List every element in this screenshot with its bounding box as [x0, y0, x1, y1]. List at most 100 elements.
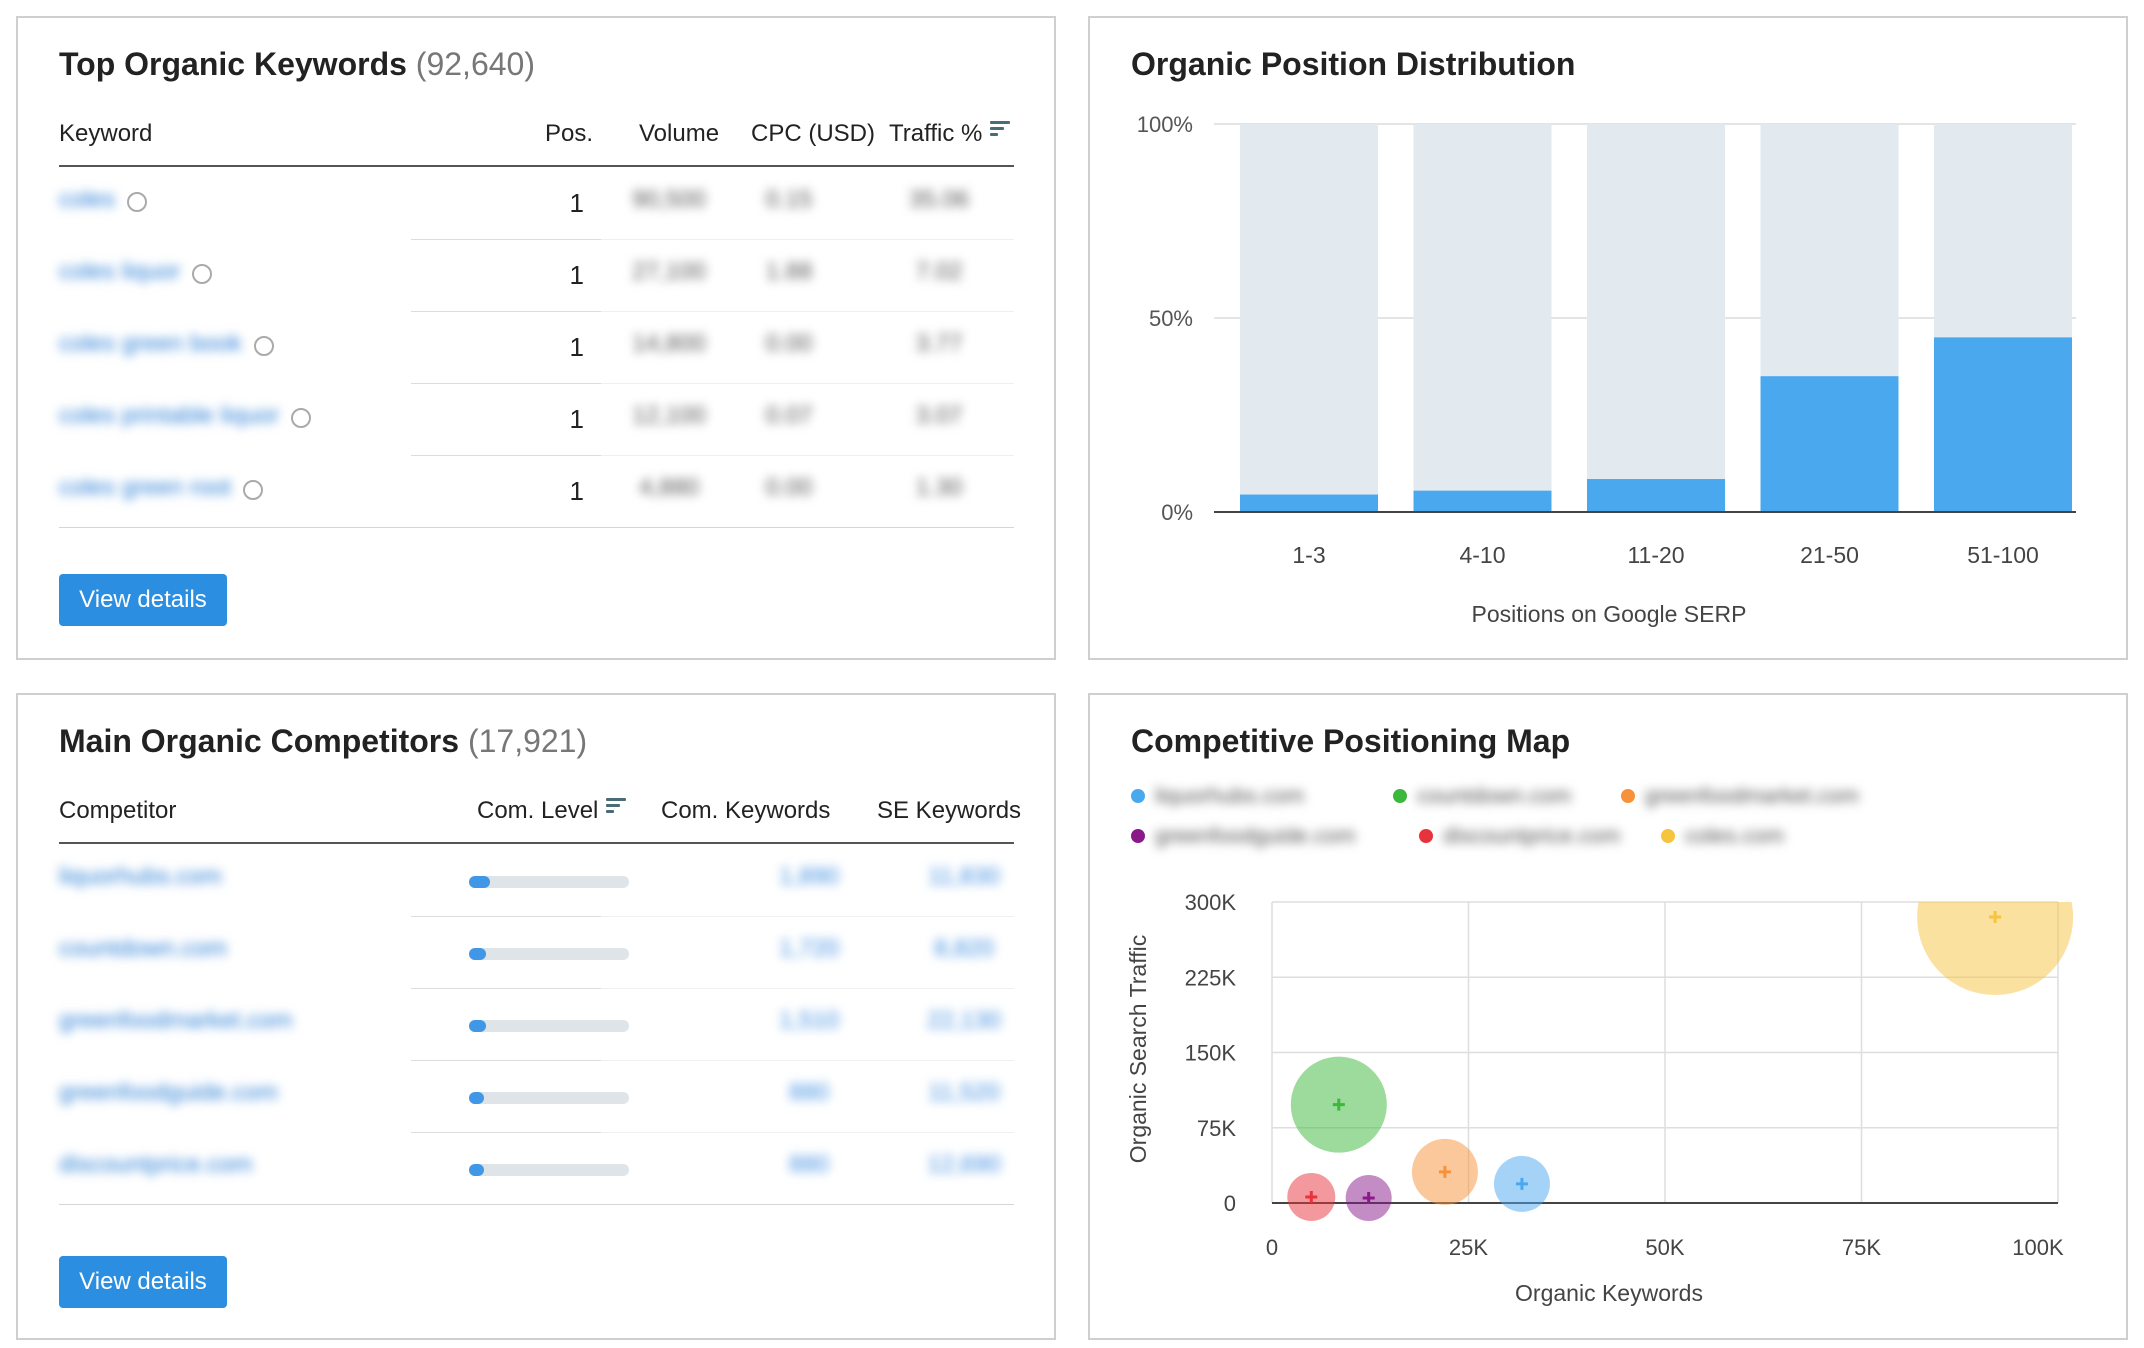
x-tick-label: 75K [1842, 1235, 1881, 1260]
competition-level-bar [469, 876, 629, 888]
keyword-link[interactable]: coles green root [59, 474, 231, 502]
com-keywords-link[interactable]: 1,890 [759, 863, 859, 891]
keyword-count: (92,640) [415, 46, 535, 82]
com-keywords-link[interactable]: 1,510 [759, 1007, 859, 1035]
bar[interactable] [1587, 479, 1725, 512]
col-keyword[interactable]: Keyword [59, 120, 152, 148]
se-keywords-link[interactable]: 8,820 [919, 935, 1009, 963]
position-distribution-chart: 0% 50% 100% 1-3 4-10 11-20 21-50 51-100 Position… [1137, 112, 2076, 627]
bar[interactable] [1413, 490, 1552, 512]
y-tick-label: 300K [1185, 890, 1237, 915]
y-tick-label: 225K [1185, 965, 1237, 990]
header-divider [59, 842, 1014, 844]
keyword-link[interactable]: coles green book [59, 330, 242, 358]
x-tick-label: 100K [2012, 1235, 2064, 1260]
col-traffic-label: Traffic % [889, 120, 983, 147]
com-keywords-link[interactable]: 1,720 [759, 935, 859, 963]
table-row[interactable]: coles green root 1 4,880 0.00 1.30 [59, 456, 1014, 528]
competitors-table-header: Competitor Com. Level Com. Keywords SE K… [59, 797, 1021, 847]
competitive-positioning-map-panel: Competitive Positioning Map liquorhubs.c… [1088, 693, 2128, 1340]
sort-icon [990, 120, 1011, 138]
x-axis-label: Organic Keywords [1515, 1280, 1703, 1306]
x-tick-label: 51-100 [1967, 542, 2039, 568]
col-cpc[interactable]: CPC (USD) [751, 120, 875, 148]
competitor-link[interactable]: discountprice.com [59, 1151, 252, 1179]
se-keywords-link[interactable]: 11,830 [919, 863, 1009, 891]
table-row[interactable]: coles liquor 1 27,100 1.88 7.02 [59, 240, 1014, 312]
keyword-link[interactable]: coles liquor [59, 258, 180, 286]
competition-level-bar [469, 1164, 629, 1176]
competition-level-fill [469, 1164, 484, 1176]
competition-level-fill [469, 948, 486, 960]
com-keywords-link[interactable]: 880 [759, 1151, 859, 1179]
traffic-value: 35.06 [908, 186, 970, 213]
col-volume[interactable]: Volume [639, 120, 719, 148]
col-com-keywords[interactable]: Com. Keywords [661, 797, 830, 825]
panel-title: Top Organic Keywords (92,640) [59, 46, 535, 83]
se-keywords-link[interactable]: 11,520 [919, 1079, 1009, 1107]
keyword-link[interactable]: coles printable liquor [59, 402, 279, 430]
competition-level-fill [469, 876, 490, 888]
x-tick-label: 4-10 [1459, 542, 1505, 568]
table-row[interactable]: liquorhubs.com 1,890 11,830 [59, 845, 1014, 917]
competition-level-bar [469, 1092, 629, 1104]
sort-icon [606, 797, 627, 815]
competitor-link[interactable]: countdown.com [59, 935, 227, 963]
traffic-value: 1.30 [915, 474, 963, 501]
info-icon[interactable] [254, 336, 274, 356]
info-icon[interactable] [192, 264, 212, 284]
table-row[interactable]: coles printable liquor 1 12,100 0.07 3.07 [59, 384, 1014, 456]
col-traffic[interactable]: Traffic % [889, 120, 1011, 148]
cpc-value: 0.00 [765, 474, 813, 501]
info-icon[interactable] [243, 480, 263, 500]
traffic-value: 3.07 [915, 402, 963, 429]
se-keywords-link[interactable]: 22,130 [919, 1007, 1009, 1035]
volume-value: 27,100 [632, 258, 706, 285]
col-competitor[interactable]: Competitor [59, 797, 176, 825]
info-icon[interactable] [291, 408, 311, 428]
bar[interactable] [1934, 337, 2072, 512]
competitor-link[interactable]: greenfoodguide.com [59, 1079, 278, 1107]
bar-track [1587, 124, 1725, 512]
keyword-link[interactable]: coles [59, 186, 115, 214]
col-se-keywords[interactable]: SE Keywords [877, 797, 1021, 825]
y-tick-label: 50% [1149, 306, 1193, 331]
table-row[interactable]: coles green book 1 14,800 0.00 3.77 [59, 312, 1014, 384]
view-details-button[interactable]: View details [59, 1256, 227, 1308]
x-tick-label: 25K [1449, 1235, 1488, 1260]
top-organic-keywords-panel: Top Organic Keywords (92,640) Keyword Po… [16, 16, 1056, 660]
table-row[interactable]: greenfoodmarket.com 1,510 22,130 [59, 989, 1014, 1061]
header-divider [59, 165, 1014, 167]
y-tick-label: 150K [1185, 1041, 1237, 1066]
position-value: 1 [569, 476, 584, 506]
se-keywords-link[interactable]: 12,690 [919, 1151, 1009, 1179]
competition-level-bar [469, 948, 629, 960]
bar-track [1240, 124, 1378, 512]
com-keywords-link[interactable]: 880 [759, 1079, 859, 1107]
competitor-link[interactable]: greenfoodmarket.com [59, 1007, 292, 1035]
table-row[interactable]: greenfoodguide.com 880 11,520 [59, 1061, 1014, 1133]
col-pos[interactable]: Pos. [545, 120, 593, 148]
view-details-button[interactable]: View details [59, 574, 227, 626]
volume-value: 90,500 [632, 186, 706, 213]
x-tick-label: 21-50 [1800, 542, 1859, 568]
col-com-level[interactable]: Com. Level [477, 797, 627, 825]
traffic-value: 7.02 [915, 258, 963, 285]
cpc-value: 0.00 [765, 330, 813, 357]
cpc-value: 0.15 [765, 186, 813, 213]
position-value: 1 [569, 260, 584, 290]
competition-level-fill [469, 1020, 486, 1032]
bar[interactable] [1240, 494, 1378, 512]
competitor-link[interactable]: liquorhubs.com [59, 863, 222, 891]
bar[interactable] [1760, 376, 1899, 512]
table-row[interactable]: discountprice.com 880 12,690 [59, 1133, 1014, 1205]
cpc-value: 0.07 [765, 402, 813, 429]
traffic-value: 3.77 [915, 330, 963, 357]
table-row[interactable]: coles 1 90,500 0.15 35.06 [59, 168, 1014, 240]
competition-level-bar [469, 1020, 629, 1032]
info-icon[interactable] [127, 192, 147, 212]
position-value: 1 [569, 188, 584, 218]
table-row[interactable]: countdown.com 1,720 8,820 [59, 917, 1014, 989]
main-organic-competitors-panel: Main Organic Competitors (17,921) Compet… [16, 693, 1056, 1340]
competitor-count: (17,921) [467, 723, 588, 759]
